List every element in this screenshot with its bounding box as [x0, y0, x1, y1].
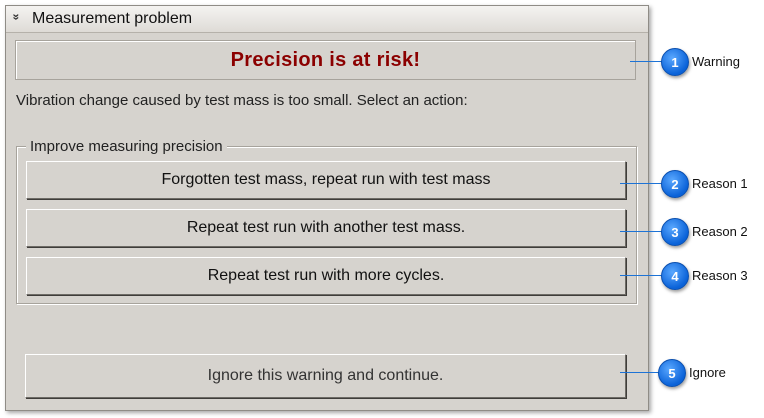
panel-title: Measurement problem [32, 10, 193, 27]
group-legend: Improve measuring precision [26, 138, 227, 155]
callout-line-2 [620, 183, 664, 184]
callout-badge-4: 4 [661, 262, 689, 290]
callout-line-3 [620, 231, 664, 232]
more-cycles-button[interactable]: Repeat test run with more cycles. [26, 257, 626, 295]
callout-line-5 [620, 372, 662, 373]
forgotten-test-mass-button[interactable]: Forgotten test mass, repeat run with tes… [26, 161, 626, 199]
improve-precision-group: Improve measuring precision Forgotten te… [16, 138, 637, 304]
callout-label-5: Ignore [689, 365, 726, 380]
ignore-warning-button[interactable]: Ignore this warning and continue. [25, 354, 626, 398]
callout-badge-3: 3 [661, 218, 689, 246]
callout-line-1 [630, 61, 664, 62]
measurement-problem-panel: » Measurement problem Precision is at ri… [5, 5, 649, 411]
warning-box: Precision is at risk! [15, 40, 636, 80]
callout-badge-1: 1 [661, 48, 689, 76]
callout-label-1: Warning [692, 54, 740, 69]
callout-label-2: Reason 1 [692, 176, 748, 191]
callout-label-3: Reason 2 [692, 224, 748, 239]
callout-badge-2: 2 [661, 170, 689, 198]
another-test-mass-button[interactable]: Repeat test run with another test mass. [26, 209, 626, 247]
warning-text: Precision is at risk! [230, 48, 421, 71]
panel-title-bar[interactable]: » Measurement problem [6, 6, 648, 33]
description-text: Vibration change caused by test mass is … [16, 92, 468, 109]
callout-badge-5: 5 [658, 359, 686, 387]
double-chevron-down-icon[interactable]: » [9, 14, 23, 21]
callout-label-4: Reason 3 [692, 268, 748, 283]
callout-line-4 [620, 275, 664, 276]
